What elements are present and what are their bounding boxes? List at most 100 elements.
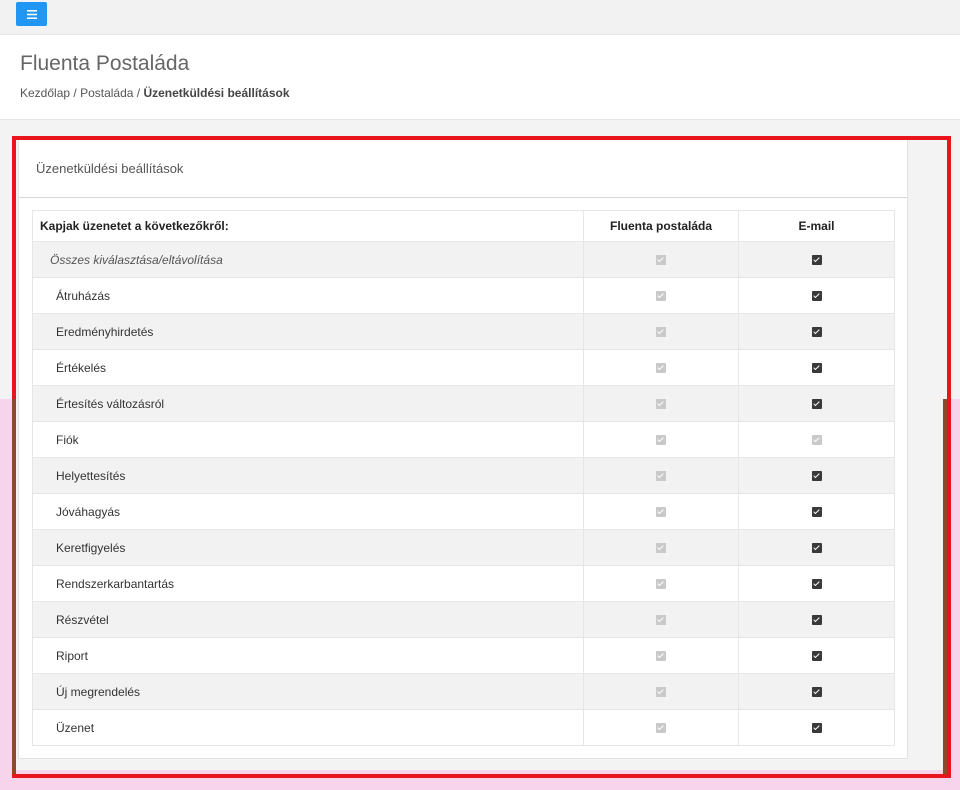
mailbox-checkbox: [656, 327, 666, 338]
mailbox-cell: [583, 673, 739, 710]
frame-left-bar: [12, 399, 16, 774]
row-label: Rendszerkarbantartás: [32, 565, 584, 602]
table-row: Rendszerkarbantartás: [32, 565, 895, 602]
breadcrumb-home-link[interactable]: Kezdőlap: [20, 86, 70, 100]
email-cell: [738, 385, 895, 422]
table-row: Jóváhagyás: [32, 493, 895, 530]
mailbox-cell: [583, 241, 739, 278]
mailbox-cell: [583, 565, 739, 602]
email-cell: [738, 709, 895, 746]
table-row: Értesítés változásról: [32, 385, 895, 422]
row-label: Átruházás: [32, 277, 584, 314]
mailbox-checkbox: [656, 579, 666, 590]
row-label: Keretfigyelés: [32, 529, 584, 566]
table-header-row: Kapjak üzenetet a következőkről: Fluenta…: [32, 210, 895, 242]
mailbox-cell: [583, 637, 739, 674]
select-all-row: Összes kiválasztása/eltávolítása: [32, 241, 895, 278]
row-label: Helyettesítés: [32, 457, 584, 494]
table-row: Eredményhirdetés: [32, 313, 895, 350]
mailbox-checkbox: [656, 507, 666, 518]
row-label: Új megrendelés: [32, 673, 584, 710]
email-checkbox[interactable]: [811, 687, 822, 698]
top-bar: [0, 0, 960, 34]
mailbox-checkbox: [656, 543, 666, 554]
email-cell: [738, 241, 895, 278]
row-label: Fiók: [32, 421, 584, 458]
settings-panel: Üzenetküldési beállítások Kapjak üzenete…: [18, 140, 908, 759]
email-cell: [738, 349, 895, 386]
email-checkbox[interactable]: [811, 507, 822, 518]
mailbox-checkbox: [656, 435, 666, 446]
email-cell: [738, 529, 895, 566]
breadcrumb-separator: /: [133, 86, 144, 100]
column-header-name: Kapjak üzenetet a következőkről:: [32, 210, 584, 242]
breadcrumb-mailbox-link[interactable]: Postaláda: [80, 86, 133, 100]
table-row: Átruházás: [32, 277, 895, 314]
mailbox-cell: [583, 709, 739, 746]
row-label: Értékelés: [32, 349, 584, 386]
mailbox-checkbox: [656, 399, 666, 410]
table-row: Keretfigyelés: [32, 529, 895, 566]
mailbox-checkbox: [656, 291, 666, 302]
email-checkbox[interactable]: [811, 291, 822, 302]
mailbox-checkbox: [656, 687, 666, 698]
mailbox-cell: [583, 457, 739, 494]
mailbox-cell: [583, 385, 739, 422]
email-cell: [738, 673, 895, 710]
email-checkbox[interactable]: [811, 579, 822, 590]
email-checkbox[interactable]: [811, 327, 822, 338]
email-checkbox[interactable]: [811, 471, 822, 482]
email-checkbox[interactable]: [811, 543, 822, 554]
panel-title: Üzenetküldési beállítások: [19, 140, 907, 198]
row-label: Üzenet: [32, 709, 584, 746]
email-checkbox[interactable]: [811, 723, 822, 734]
email-cell: [738, 601, 895, 638]
mailbox-checkbox: [656, 255, 666, 266]
table-row: Üzenet: [32, 709, 895, 746]
mailbox-checkbox: [656, 651, 666, 662]
row-label: Eredményhirdetés: [32, 313, 584, 350]
breadcrumb-current: Üzenetküldési beállítások: [143, 86, 290, 100]
notification-settings-table: Kapjak üzenetet a következőkről: Fluenta…: [32, 210, 895, 746]
mailbox-cell: [583, 421, 739, 458]
table-row: Új megrendelés: [32, 673, 895, 710]
mailbox-checkbox: [656, 471, 666, 482]
email-cell: [738, 565, 895, 602]
email-checkbox[interactable]: [811, 615, 822, 626]
email-cell: [738, 421, 895, 458]
column-header-email: E-mail: [738, 210, 895, 242]
table-row: Helyettesítés: [32, 457, 895, 494]
table-row: Részvétel: [32, 601, 895, 638]
mailbox-cell: [583, 601, 739, 638]
email-cell: [738, 493, 895, 530]
email-cell: [738, 277, 895, 314]
table-row: Fiók: [32, 421, 895, 458]
mailbox-checkbox: [656, 363, 666, 374]
email-cell: [738, 313, 895, 350]
email-checkbox[interactable]: [811, 255, 822, 266]
row-label: Részvétel: [32, 601, 584, 638]
mailbox-checkbox: [656, 615, 666, 626]
email-checkbox: [811, 435, 822, 446]
table-row: Értékelés: [32, 349, 895, 386]
email-checkbox[interactable]: [811, 399, 822, 410]
email-cell: [738, 457, 895, 494]
email-checkbox[interactable]: [811, 651, 822, 662]
page-title: Fluenta Postaláda: [20, 52, 190, 75]
row-label: Összes kiválasztása/eltávolítása: [32, 241, 584, 278]
page-header: Fluenta Postaláda Kezdőlap / Postaláda /…: [0, 34, 960, 120]
menu-toggle-button[interactable]: [16, 2, 47, 26]
frame-right-bar: [943, 399, 947, 774]
hamburger-icon: [26, 9, 37, 19]
email-cell: [738, 637, 895, 674]
mailbox-cell: [583, 277, 739, 314]
mailbox-cell: [583, 349, 739, 386]
mailbox-cell: [583, 493, 739, 530]
table-row: Riport: [32, 637, 895, 674]
row-label: Értesítés változásról: [32, 385, 584, 422]
email-checkbox[interactable]: [811, 363, 822, 374]
breadcrumb-separator: /: [70, 86, 81, 100]
column-header-mailbox: Fluenta postaláda: [583, 210, 739, 242]
breadcrumb: Kezdőlap / Postaláda / Üzenetküldési beá…: [20, 86, 290, 100]
mailbox-cell: [583, 529, 739, 566]
